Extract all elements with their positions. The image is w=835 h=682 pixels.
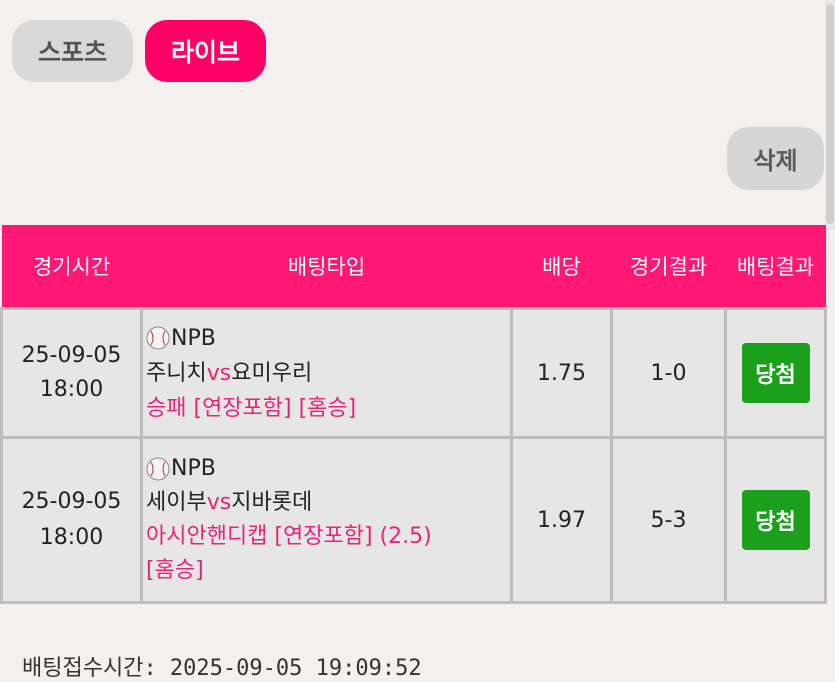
home-team: 세이부 [146,490,207,515]
bet-received-time: 배팅접수시간: 2025-09-05 19:09:52 [22,656,422,681]
baseball-icon [146,326,170,350]
scrollbar-thumb[interactable] [826,4,834,224]
league-name: NPB [171,325,216,351]
tab-bar: 스포츠 라이브 [12,20,266,82]
bet-type-text: 아시안핸디캡 [연장포함] (2.5) [146,524,432,549]
bet-info-cell: NPB 주니치vs요미우리 승패 [연장포함] [홈승] [140,307,513,439]
score-cell: 1-0 [610,307,727,439]
away-team: 지바롯데 [231,490,313,515]
match-teams: 세이부vs지바롯데 [146,486,510,520]
bet-type-text: 승패 [연장포함] [홈승] [146,395,357,421]
vs-label: vs [206,490,232,515]
game-time: 18:00 [39,377,104,402]
scrollbar[interactable] [825,0,835,230]
baseball-icon [146,457,170,481]
away-team: 요미우리 [231,360,313,386]
league-name: NPB [171,456,216,481]
tab-live[interactable]: 라이브 [145,20,266,82]
bet-type-extra: [홈승] [146,558,204,583]
game-time-cell: 25-09-05 18:00 [0,307,143,439]
table-header-row: 경기시간 배팅타입 배당 경기결과 배팅결과 [1,225,826,309]
bet-info-cell: NPB 세이부vs지바롯데 아시안핸디캡 [연장포함] (2.5) [홈승] [140,436,513,604]
game-time-cell: 25-09-05 18:00 [0,436,143,604]
bet-result-cell: 당첨 [724,436,827,604]
table-row: 25-09-05 18:00 NPB 세이부vs지바롯데 아시안핸디캡 [연장포… [0,436,827,604]
game-date: 25-09-05 [21,343,122,368]
game-date: 25-09-05 [21,489,122,514]
win-badge: 당첨 [741,490,810,550]
vs-label: vs [206,360,232,386]
header-bet-type: 배팅타입 [141,225,512,309]
header-game-time: 경기시간 [1,225,142,309]
delete-button[interactable]: 삭제 [727,127,824,190]
home-team: 주니치 [146,360,207,386]
header-bet-result: 배팅결과 [725,225,826,309]
header-odds: 배당 [511,225,612,309]
score-cell: 5-3 [610,436,727,604]
table-row: 25-09-05 18:00 NPB 주니치vs요미우리 승패 [연장포함] [… [0,307,827,439]
tab-sports[interactable]: 스포츠 [12,20,133,82]
bet-history-table: 경기시간 배팅타입 배당 경기결과 배팅결과 25-09-05 18:00 NP… [0,225,827,604]
win-badge: 당첨 [741,343,810,403]
game-time: 18:00 [39,525,104,550]
bet-result-cell: 당첨 [724,307,827,439]
match-teams: 주니치vs요미우리 [146,356,510,391]
odds-cell: 1.75 [510,307,613,439]
odds-cell: 1.97 [510,436,613,604]
header-game-result: 경기결과 [611,225,726,309]
